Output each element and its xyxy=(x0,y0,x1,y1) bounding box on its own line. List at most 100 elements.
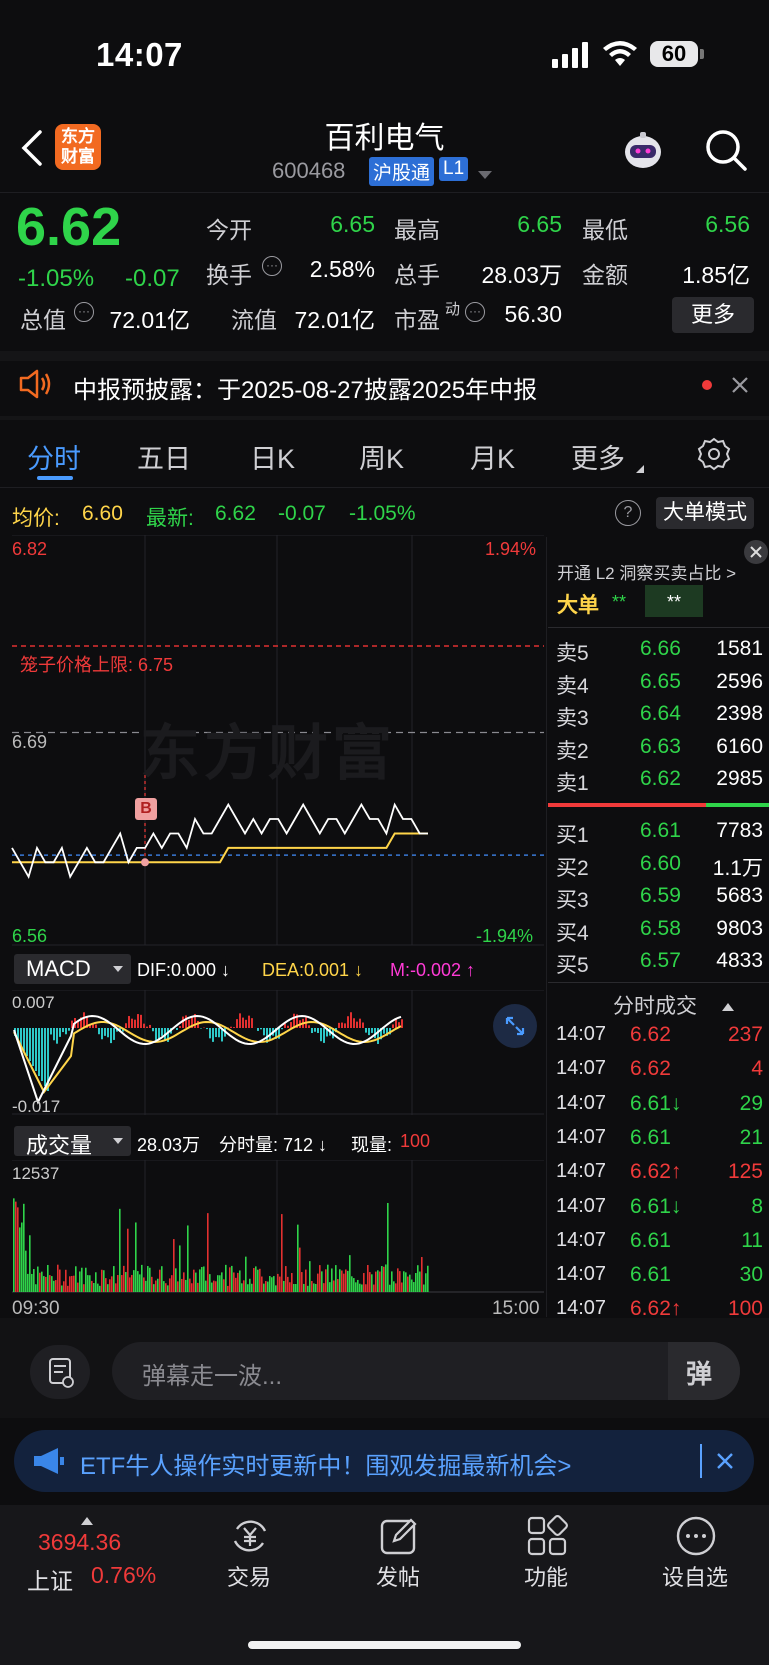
volume-bar xyxy=(19,1227,21,1292)
volume-bar xyxy=(47,1264,49,1292)
nav-watchlist[interactable]: 设自选 xyxy=(650,1560,740,1592)
avg-price-value: 6.60 xyxy=(82,502,123,525)
macd-bar xyxy=(62,1028,64,1033)
l2-promo-link[interactable]: 开通 L2 洞察买卖占比 > xyxy=(557,559,736,584)
quote-value: 72.01亿 xyxy=(109,307,190,333)
volume-bar xyxy=(197,1282,199,1292)
volume-bar xyxy=(211,1282,213,1292)
watchlist-icon[interactable] xyxy=(675,1515,716,1556)
macd-y-top: 0.007 xyxy=(12,993,55,1012)
close-panel-icon[interactable] xyxy=(744,540,768,564)
promo-banner[interactable]: ETF牛人操作实时更新中！围观发掘最新机会> xyxy=(14,1430,754,1492)
volume-bar xyxy=(257,1269,259,1292)
buy-level-price: 6.58 xyxy=(640,916,681,940)
dropdown-icon xyxy=(113,1138,123,1144)
volume-bar xyxy=(299,1247,301,1292)
latest-change-percent: -1.05% xyxy=(349,502,416,525)
comment-list-icon[interactable] xyxy=(30,1345,90,1399)
volume-bar xyxy=(179,1245,181,1292)
big-order-mode-button[interactable]: 大单模式 xyxy=(656,497,754,529)
divider xyxy=(548,982,769,983)
buy-point xyxy=(141,858,149,867)
change-amount: -0.07 xyxy=(125,265,180,292)
volume-bar xyxy=(327,1264,329,1292)
search-icon[interactable] xyxy=(704,128,748,177)
macd-bar xyxy=(110,1028,112,1044)
post-icon[interactable] xyxy=(378,1515,418,1555)
tick-time: 14:07 xyxy=(556,1057,607,1080)
quote-label: 金额 xyxy=(582,262,628,288)
macd-bar xyxy=(41,1028,43,1081)
nav-post[interactable]: 发帖 xyxy=(353,1560,443,1592)
volume-bar xyxy=(135,1222,137,1292)
sell-level-volume: 6160 xyxy=(716,734,763,758)
index-value[interactable]: 3694.36 xyxy=(38,1529,121,1556)
tab-intraday[interactable]: 分时 xyxy=(27,437,81,476)
tab-weekly-k[interactable]: 周K xyxy=(359,437,404,476)
macd-bar xyxy=(38,1028,40,1076)
buy-level-price: 6.59 xyxy=(640,884,681,907)
settings-gear-icon[interactable] xyxy=(697,437,731,476)
volume-bar xyxy=(223,1279,225,1292)
tab-monthly-k[interactable]: 月K xyxy=(470,437,515,476)
divider xyxy=(700,1444,702,1478)
quote-value: 28.03万 xyxy=(481,262,562,288)
nav-functions[interactable]: 功能 xyxy=(501,1560,591,1592)
tick-volume: 8 xyxy=(751,1194,763,1218)
volume-bar xyxy=(67,1285,69,1292)
danmaku-button[interactable]: 弹 xyxy=(668,1342,740,1400)
tab-more[interactable]: 更多 xyxy=(571,437,625,476)
volume-bar xyxy=(397,1268,399,1292)
sell-level-volume: 2398 xyxy=(716,702,763,725)
more-button[interactable]: 更多 xyxy=(672,297,754,333)
volume-selector[interactable]: 成交量 xyxy=(14,1126,131,1158)
trade-icon[interactable] xyxy=(229,1515,269,1555)
quote-label: 总手 xyxy=(394,262,440,288)
tab-daily-k[interactable]: 日K xyxy=(250,437,295,476)
macd-selector[interactable]: MACD xyxy=(14,954,131,984)
help-icon[interactable]: ? xyxy=(615,500,641,526)
volume-bar xyxy=(417,1265,419,1292)
macd-bar xyxy=(248,1015,250,1028)
volume-bar xyxy=(229,1267,231,1292)
volume-bar xyxy=(157,1278,159,1292)
macd-bar xyxy=(206,1028,208,1030)
macd-bar xyxy=(395,1019,397,1028)
macd-bar xyxy=(341,1022,343,1028)
volume-bar xyxy=(153,1284,155,1292)
volume-bar xyxy=(281,1214,283,1292)
nav-trade[interactable]: 交易 xyxy=(204,1560,294,1592)
buy-level-price: 6.57 xyxy=(640,949,681,972)
ticks-title[interactable]: 分时成交 xyxy=(613,990,697,1020)
tab-five-day[interactable]: 五日 xyxy=(137,437,191,476)
functions-icon[interactable] xyxy=(526,1515,568,1556)
macd-bar xyxy=(281,1028,283,1030)
chevron-down-icon[interactable] xyxy=(478,168,492,186)
tick-time: 14:07 xyxy=(556,1228,607,1251)
info-icon[interactable]: ··· xyxy=(74,302,94,322)
volume-bar xyxy=(349,1255,351,1292)
close-icon[interactable] xyxy=(731,376,749,399)
buy-level-label: 买3 xyxy=(556,889,589,912)
big-order-label: 大单 xyxy=(557,594,599,617)
robot-assistant-icon[interactable] xyxy=(620,128,666,179)
battery-tip xyxy=(700,49,704,59)
volume-bar xyxy=(233,1272,235,1292)
macd-bar xyxy=(242,1017,244,1028)
volume-bar xyxy=(193,1269,195,1292)
info-icon[interactable]: ··· xyxy=(465,302,485,322)
watermark-logo: 东方财富 xyxy=(140,720,396,787)
comment-input[interactable]: 弹幕走一波... xyxy=(112,1342,740,1400)
buy-marker[interactable]: B xyxy=(135,798,157,820)
macd-bar xyxy=(260,1028,262,1030)
latest-price-label: 最新: xyxy=(146,507,194,530)
info-icon[interactable]: ··· xyxy=(262,256,282,276)
volume-bar xyxy=(307,1285,309,1292)
volume-bar xyxy=(395,1283,397,1292)
status-time: 14:07 xyxy=(96,36,183,73)
volume-bar xyxy=(35,1284,37,1292)
sell-level-label: 卖3 xyxy=(556,707,589,730)
expand-icon[interactable] xyxy=(493,1004,537,1048)
notice-text[interactable]: 中报预披露：于2025-08-27披露2025年中报 xyxy=(73,370,537,405)
macd-bar xyxy=(68,1028,70,1031)
